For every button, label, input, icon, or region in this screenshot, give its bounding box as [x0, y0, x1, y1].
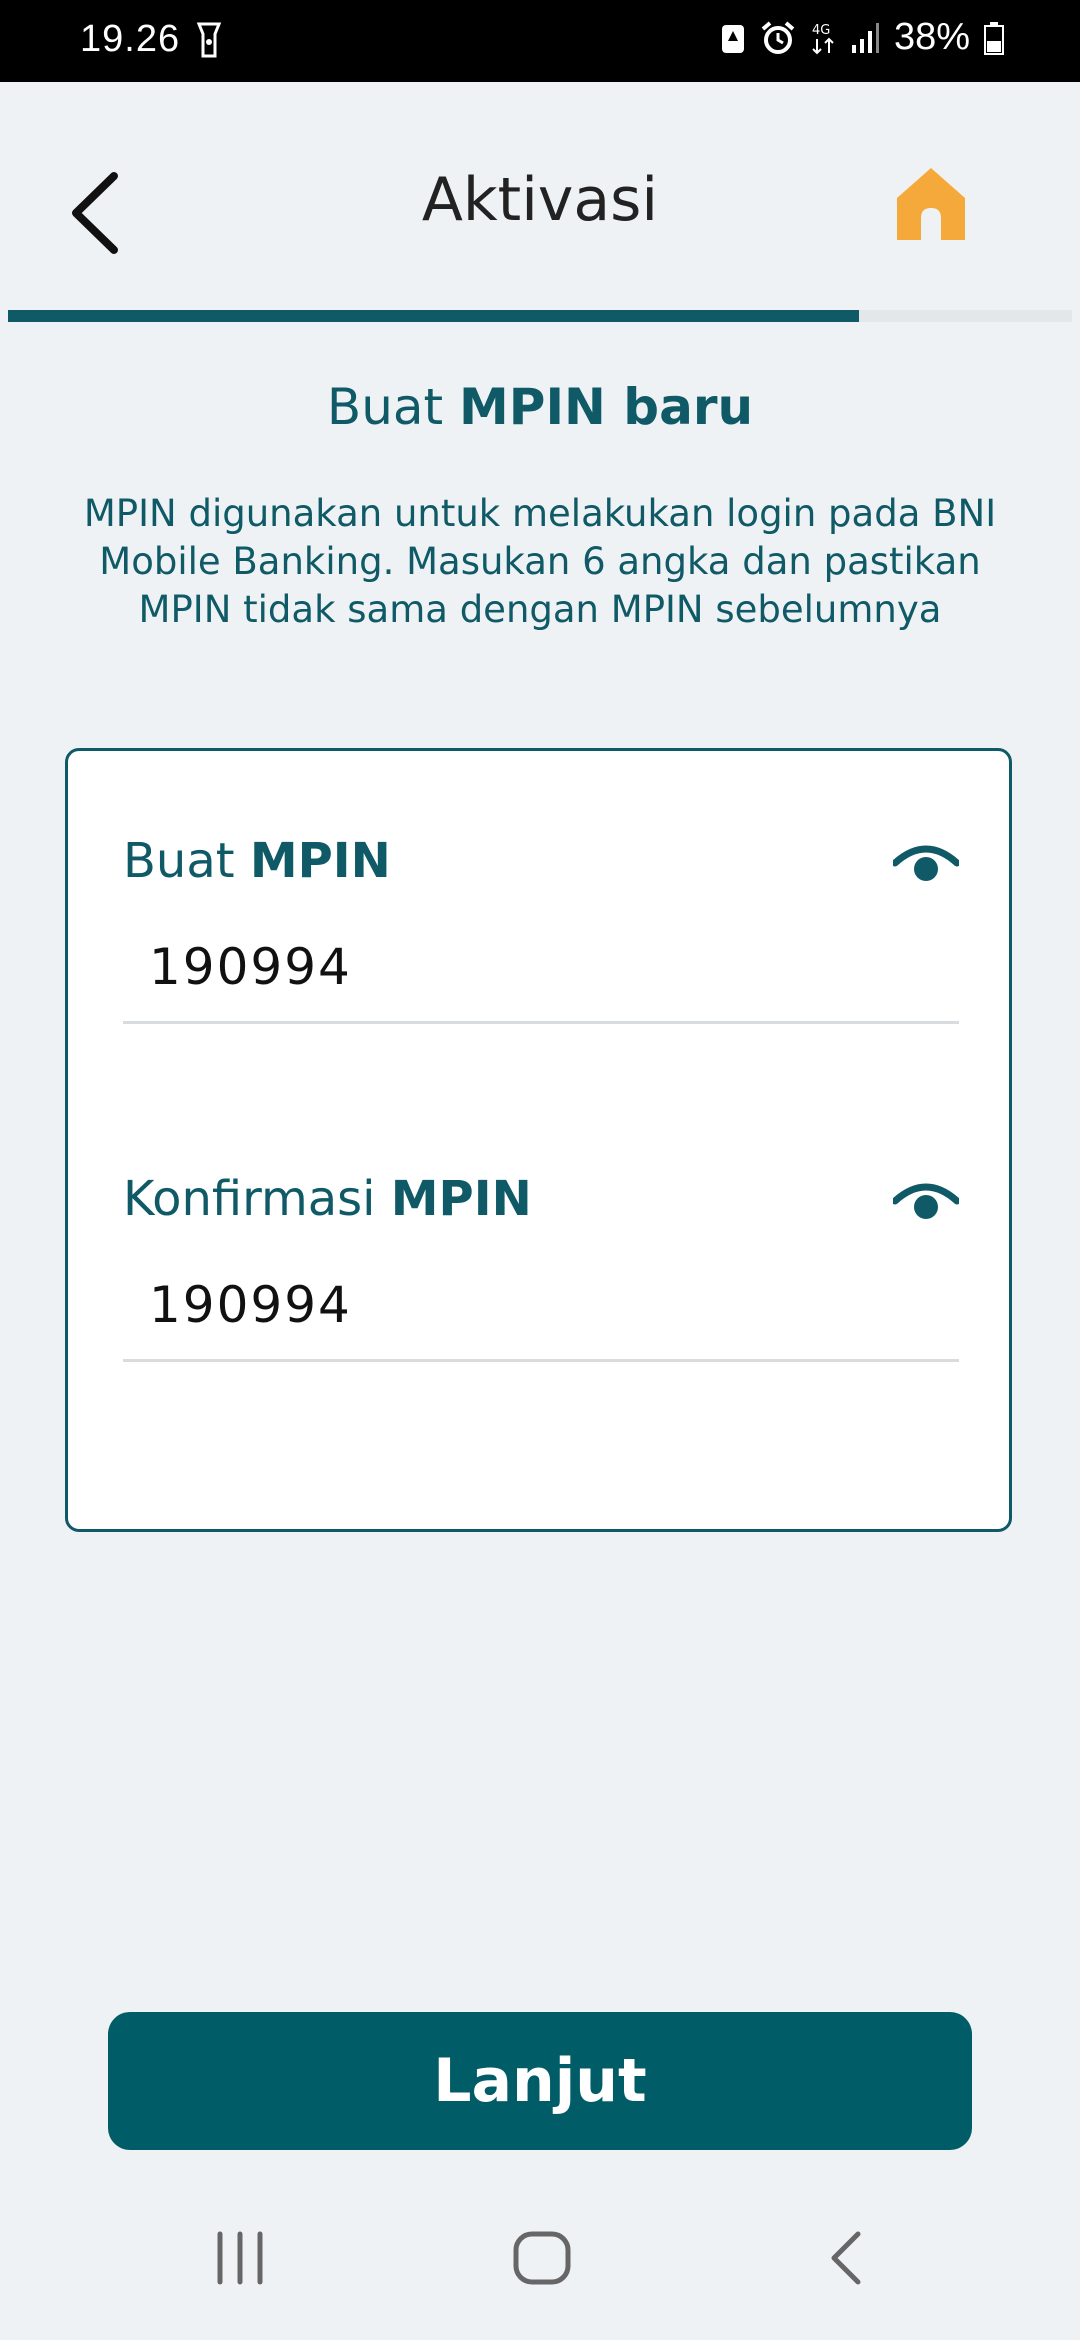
confirm-mpin-label: Konfirmasi MPIN: [123, 1171, 959, 1227]
label-bold: MPIN: [390, 1171, 532, 1227]
saver-icon: [721, 24, 744, 53]
subtitle-bold: MPIN baru: [459, 378, 754, 436]
section-title: Buat MPIN baru: [0, 378, 1080, 436]
back-icon[interactable]: [826, 2230, 866, 2286]
input-underline: [123, 1021, 959, 1024]
input-underline: [123, 1359, 959, 1362]
create-mpin-label: Buat MPIN: [123, 833, 959, 889]
create-mpin-input[interactable]: 190994: [149, 938, 352, 996]
confirm-mpin-field: Konfirmasi MPIN 190994: [123, 1171, 959, 1362]
home-circle-icon[interactable]: [512, 2230, 572, 2286]
label-plain: Konfirmasi: [123, 1171, 391, 1227]
battery-percent: 38%: [893, 16, 970, 58]
network-4g-icon: 4G: [812, 23, 834, 54]
status-bar: 19.26 4G 38%: [0, 0, 1080, 82]
mpin-form-card: Buat MPIN 190994 Konfirmasi MPIN 190994: [65, 748, 1012, 1532]
home-icon[interactable]: [895, 166, 967, 242]
label-bold: MPIN: [249, 833, 391, 889]
confirm-mpin-input[interactable]: 190994: [149, 1276, 352, 1334]
status-right: 4G 38%: [720, 16, 1004, 59]
svg-text:4G: 4G: [812, 23, 830, 38]
recent-apps-icon[interactable]: [212, 2230, 268, 2286]
instructions-text: MPIN digunakan untuk melakukan login pad…: [83, 492, 997, 631]
battery-icon: [984, 21, 1004, 55]
create-mpin-field: Buat MPIN 190994: [123, 833, 959, 1024]
subtitle-plain: Buat: [326, 378, 460, 436]
progress-fill: [8, 310, 860, 322]
flashlight-icon: [196, 22, 222, 58]
label-plain: Buat: [123, 833, 250, 889]
signal-icon: [851, 22, 879, 53]
alarm-icon: [761, 20, 795, 54]
progress-bar: [8, 310, 1072, 322]
eye-icon[interactable]: [893, 1177, 959, 1223]
eye-icon[interactable]: [893, 839, 959, 885]
continue-button[interactable]: Lanjut: [108, 2012, 972, 2150]
system-nav-bar: [0, 2190, 1080, 2340]
status-time: 19.26: [80, 18, 181, 60]
